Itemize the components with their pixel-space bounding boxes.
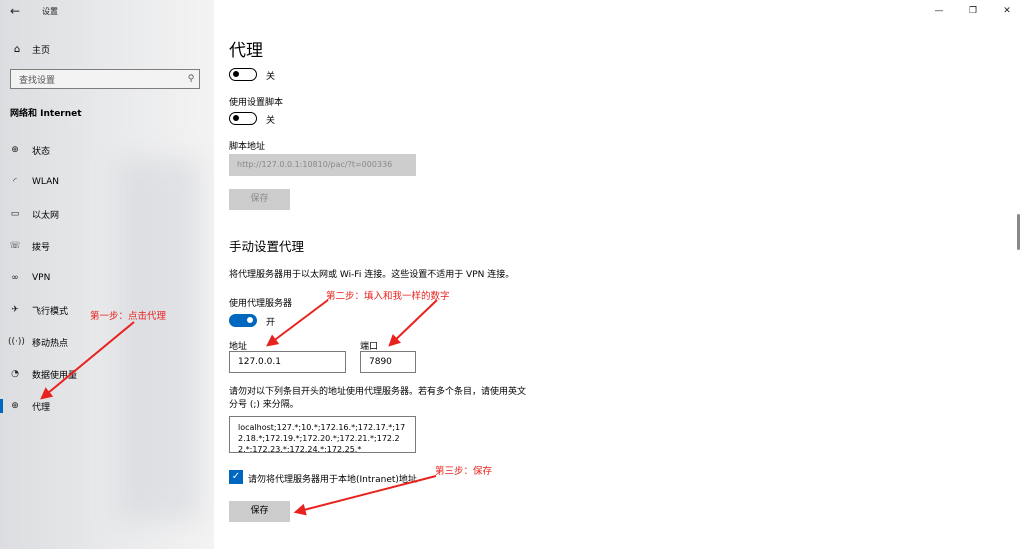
sidebar: ← 设置 ⌂ 主页 查找设置 ⚲ 网络和 Internet ⊕ 状态 ◜ WLA… xyxy=(0,0,214,549)
use-proxy-state: 开 xyxy=(266,318,276,328)
sidebar-item-label: 数据使用量 xyxy=(32,370,78,381)
arrow-left-icon[interactable]: ← xyxy=(6,3,24,19)
page-title: 代理 xyxy=(229,41,263,61)
use-script-label: 使用设置脚本 xyxy=(229,98,284,108)
exceptions-textarea[interactable]: localhost;127.*;10.*;172.16.*;172.17.*;1… xyxy=(229,416,416,453)
use-script-state: 关 xyxy=(266,116,276,126)
sidebar-item-wlan[interactable]: ◜ WLAN xyxy=(0,173,214,191)
toggle-knob xyxy=(247,317,253,323)
sidebar-item-label: 飞行模式 xyxy=(32,306,69,317)
annotation-step1: 第一步：点击代理 xyxy=(90,311,167,322)
home-label: 主页 xyxy=(32,45,51,56)
sidebar-item-dialup[interactable]: ☏ 拨号 xyxy=(0,237,214,255)
sidebar-item-hotspot[interactable]: ((·)) 移动热点 xyxy=(0,333,214,351)
globe-icon: ⊕ xyxy=(11,401,19,411)
sidebar-item-label: 拨号 xyxy=(32,242,51,253)
sidebar-item-ethernet[interactable]: ▭ 以太网 xyxy=(0,205,214,223)
search-icon[interactable]: ⚲ xyxy=(183,74,199,84)
toggle-knob xyxy=(233,71,239,77)
home-link[interactable]: ⌂ 主页 xyxy=(0,40,214,58)
wifi-icon: ◜ xyxy=(13,177,17,187)
use-proxy-label: 使用代理服务器 xyxy=(229,299,293,309)
app-title: 设置 xyxy=(42,7,58,16)
home-icon: ⌂ xyxy=(13,43,21,55)
bypass-local-checkbox[interactable]: ✓ xyxy=(229,470,243,484)
auto-detect-toggle[interactable] xyxy=(229,68,257,81)
toggle-knob xyxy=(233,115,239,121)
sidebar-item-proxy[interactable]: ⊕ 代理 xyxy=(0,397,214,415)
sidebar-item-label: 代理 xyxy=(32,402,51,413)
globe-status-icon: ⊕ xyxy=(11,145,19,155)
sidebar-item-label: 以太网 xyxy=(32,210,60,221)
use-script-toggle[interactable] xyxy=(229,112,257,125)
sidebar-item-label: WLAN xyxy=(32,177,60,187)
address-input[interactable]: 127.0.0.1 xyxy=(229,351,346,373)
exceptions-label: 请勿对以下列条目开头的地址使用代理服务器。若有多个条目，请使用英文分号 (;) … xyxy=(229,387,527,410)
save-button[interactable]: 保存 xyxy=(229,501,290,522)
manual-proxy-description: 将代理服务器用于以太网或 Wi-Fi 连接。这些设置不适用于 VPN 连接。 xyxy=(229,270,515,280)
save-script-button[interactable]: 保存 xyxy=(229,189,290,210)
title-bar: ← 设置 xyxy=(0,0,214,22)
active-indicator xyxy=(0,399,3,413)
search-input[interactable]: 查找设置 ⚲ xyxy=(10,69,200,89)
annotation-step3: 第三步：保存 xyxy=(435,466,493,477)
sidebar-item-label: 状态 xyxy=(32,146,51,157)
script-address-input[interactable]: http://127.0.0.1:10810/pac/?t=000336 xyxy=(229,154,416,176)
sidebar-item-data-usage[interactable]: ◔ 数据使用量 xyxy=(0,365,214,383)
script-address-label: 脚本地址 xyxy=(229,142,266,152)
airplane-icon: ✈ xyxy=(11,305,19,315)
manual-proxy-header: 手动设置代理 xyxy=(229,239,305,254)
section-title: 网络和 Internet xyxy=(10,109,82,119)
sidebar-item-status[interactable]: ⊕ 状态 xyxy=(0,141,214,159)
sidebar-item-label: 移动热点 xyxy=(32,338,69,349)
vpn-icon: ∞ xyxy=(11,273,19,283)
sidebar-item-label: VPN xyxy=(32,273,51,283)
data-usage-icon: ◔ xyxy=(11,369,19,379)
sidebar-item-vpn[interactable]: ∞ VPN xyxy=(0,269,214,287)
bypass-local-label: 请勿将代理服务器用于本地(Intranet)地址 xyxy=(248,475,417,485)
annotation-step2: 第二步：填入和我一样的数字 xyxy=(326,291,450,302)
search-placeholder: 查找设置 xyxy=(19,75,56,86)
phone-icon: ☏ xyxy=(9,241,21,251)
port-input[interactable]: 7890 xyxy=(360,351,416,373)
hotspot-icon: ((·)) xyxy=(8,337,25,347)
use-proxy-toggle[interactable] xyxy=(229,314,257,327)
main-content: 代理 关 使用设置脚本 关 脚本地址 http://127.0.0.1:1081… xyxy=(214,0,1024,549)
ethernet-icon: ▭ xyxy=(10,209,20,219)
auto-detect-state: 关 xyxy=(266,72,276,82)
